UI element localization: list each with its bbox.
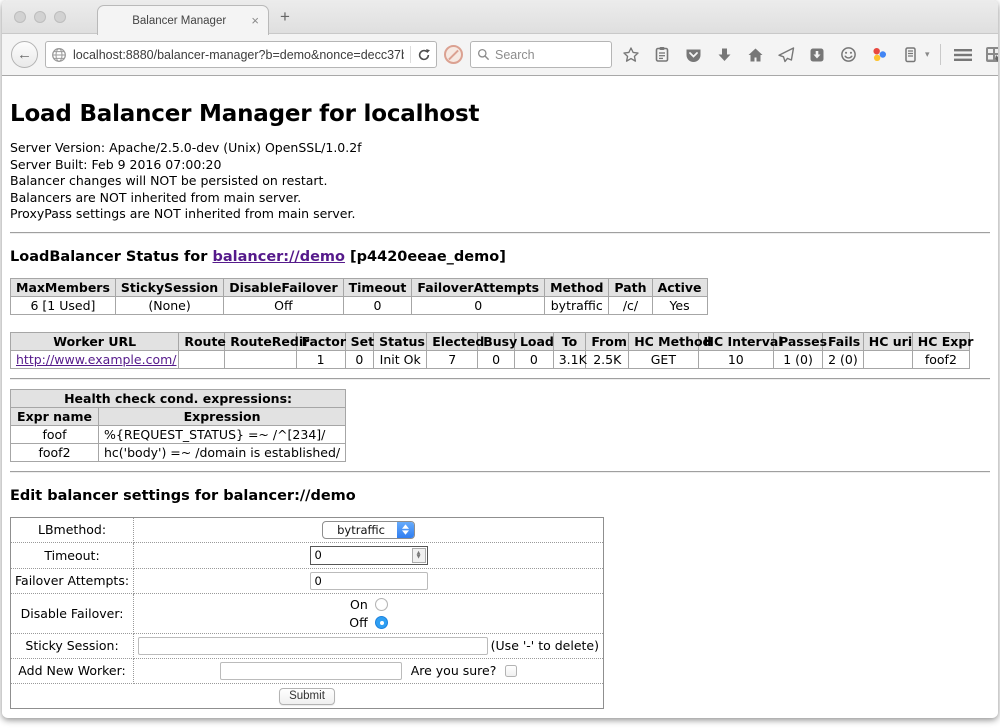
balancer-status-heading: LoadBalancer Status for balancer://demo …	[10, 249, 990, 265]
back-button[interactable]: ←	[11, 41, 38, 68]
table-header-row: Worker URL Route RouteRedir Factor Set S…	[11, 332, 970, 350]
divider	[10, 378, 990, 380]
colored-dots-extension-icon[interactable]	[867, 43, 891, 67]
lbmethod-label: LBmethod:	[11, 517, 134, 542]
col-failoverattempts: FailoverAttempts	[412, 278, 545, 296]
search-icon	[477, 48, 490, 61]
lbmethod-select[interactable]: bytraffic	[322, 521, 415, 539]
submit-row: Submit	[11, 683, 604, 708]
url-text[interactable]: localhost:8880/balancer-manager?b=demo&n…	[73, 48, 404, 62]
worker-row: http://www.example.com/ 1 0 Init Ok 7 0 …	[11, 350, 970, 368]
expr-row: foof2 hc('body') =~ /domain is establish…	[11, 443, 346, 461]
confirm-checkbox[interactable]	[505, 665, 517, 677]
reload-icon[interactable]	[417, 48, 431, 62]
zoom-window-icon[interactable]	[54, 11, 66, 23]
server-info: Server Version: Apache/2.5.0-dev (Unix) …	[10, 140, 990, 223]
add-worker-label: Add New Worker:	[11, 658, 134, 683]
timeout-input[interactable]: 0 ▲▼	[310, 546, 428, 565]
minimize-window-icon[interactable]	[34, 11, 46, 23]
radio-off-selected[interactable]	[375, 616, 388, 629]
downloads-icon[interactable]	[712, 43, 736, 67]
radio-on-label: On	[350, 597, 368, 612]
divider	[10, 471, 990, 473]
table-row: 6 [1 Used] (None) Off 0 0 bytraffic /c/ …	[11, 296, 708, 314]
edit-balancer-form: LBmethod: bytraffic Timeout: 0	[10, 517, 604, 709]
tab-groups-grid-icon[interactable]	[982, 43, 998, 67]
radio-off-label: Off	[349, 615, 367, 630]
new-tab-button[interactable]: +	[280, 7, 290, 27]
send-tab-icon[interactable]	[774, 43, 798, 67]
edit-settings-heading: Edit balancer settings for balancer://de…	[10, 488, 990, 504]
radio-on-unselected[interactable]	[375, 598, 388, 611]
expr-row: foof %{REQUEST_STATUS} =~ /^[234]/	[11, 425, 346, 443]
workers-table: Worker URL Route RouteRedir Factor Set S…	[10, 332, 970, 369]
balancer-params-table: MaxMembers StickySession DisableFailover…	[10, 278, 708, 315]
add-worker-input[interactable]	[220, 662, 402, 680]
table-header-row: Expr name Expression	[11, 407, 346, 425]
overflow-caret-icon[interactable]: ▾	[925, 49, 930, 60]
select-stepper-icon	[397, 521, 414, 539]
col-method: Method	[545, 278, 609, 296]
globe-icon	[51, 47, 67, 63]
menu-hamburger-icon[interactable]	[951, 43, 975, 67]
timeout-row: Timeout: 0 ▲▼	[11, 542, 604, 568]
worker-url-link[interactable]: http://www.example.com/	[16, 352, 176, 367]
balancer-demo-link[interactable]: balancer://demo	[212, 249, 345, 265]
status-heading-prefix: LoadBalancer Status for	[10, 249, 212, 265]
col-path: Path	[609, 278, 652, 296]
tab-strip: Balancer Manager × +	[2, 0, 998, 34]
failover-attempts-row: Failover Attempts:	[11, 568, 604, 593]
submit-button[interactable]: Submit	[279, 688, 335, 705]
tab-balancer-manager[interactable]: Balancer Manager ×	[97, 5, 269, 35]
health-check-table: Health check cond. expressions: Expr nam…	[10, 389, 346, 462]
home-icon[interactable]	[743, 43, 767, 67]
timeout-label: Timeout:	[11, 542, 134, 568]
window-controls	[14, 11, 66, 23]
sticky-session-row: Sticky Session: (Use '-' to delete)	[11, 633, 604, 658]
addon-download-icon[interactable]	[805, 43, 829, 67]
inherit-note-line: Balancers are NOT inherited from main se…	[10, 190, 990, 207]
add-worker-row: Add New Worker: Are you sure?	[11, 658, 604, 683]
health-table-title: Health check cond. expressions:	[11, 389, 346, 407]
disable-failover-label: Disable Failover:	[11, 593, 134, 633]
search-bar[interactable]: Search	[470, 41, 612, 68]
server-version-line: Server Version: Apache/2.5.0-dev (Unix) …	[10, 140, 990, 157]
sticky-session-input[interactable]	[138, 637, 488, 655]
bookmark-star-icon[interactable]	[619, 43, 643, 67]
failover-attempts-input[interactable]	[310, 572, 428, 590]
persist-note-line: Balancer changes will NOT be persisted o…	[10, 173, 990, 190]
browser-window: Balancer Manager × + ← localhost:8880/ba…	[2, 0, 998, 718]
sticky-session-hint: (Use '-' to delete)	[491, 638, 599, 653]
pocket-icon[interactable]	[681, 43, 705, 67]
tab-title: Balancer Manager	[107, 15, 251, 27]
disable-failover-row: Disable Failover: On Off	[11, 593, 604, 633]
search-placeholder[interactable]: Search	[495, 48, 535, 62]
content-blocked-icon[interactable]	[444, 45, 463, 64]
col-stickysession: StickySession	[115, 278, 223, 296]
confirm-label: Are you sure?	[411, 663, 497, 678]
tab-close-icon[interactable]: ×	[251, 14, 259, 27]
divider	[10, 232, 990, 234]
number-stepper-icon[interactable]: ▲▼	[412, 548, 426, 563]
col-disablefailover: DisableFailover	[224, 278, 343, 296]
url-bar[interactable]: localhost:8880/balancer-manager?b=demo&n…	[45, 41, 437, 68]
lbmethod-row: LBmethod: bytraffic	[11, 517, 604, 542]
col-active: Active	[652, 278, 707, 296]
page-title: Load Balancer Manager for localhost	[10, 101, 990, 127]
container-extension-icon[interactable]	[898, 43, 922, 67]
navigation-toolbar: ← localhost:8880/balancer-manager?b=demo…	[2, 34, 998, 76]
feedback-smiley-icon[interactable]	[836, 43, 860, 67]
table-header-row: MaxMembers StickySession DisableFailover…	[11, 278, 708, 296]
proxypass-note-line: ProxyPass settings are NOT inherited fro…	[10, 206, 990, 223]
status-heading-suffix: [p4420eeae_demo]	[345, 249, 506, 265]
server-built-line: Server Built: Feb 9 2016 07:00:20	[10, 157, 990, 174]
bookmarks-sidebar-icon[interactable]	[650, 43, 674, 67]
col-timeout: Timeout	[343, 278, 412, 296]
page-content: Load Balancer Manager for localhost Serv…	[2, 76, 998, 716]
sticky-session-label: Sticky Session:	[11, 633, 134, 658]
failover-attempts-label: Failover Attempts:	[11, 568, 134, 593]
col-maxmembers: MaxMembers	[11, 278, 116, 296]
close-window-icon[interactable]	[14, 11, 26, 23]
